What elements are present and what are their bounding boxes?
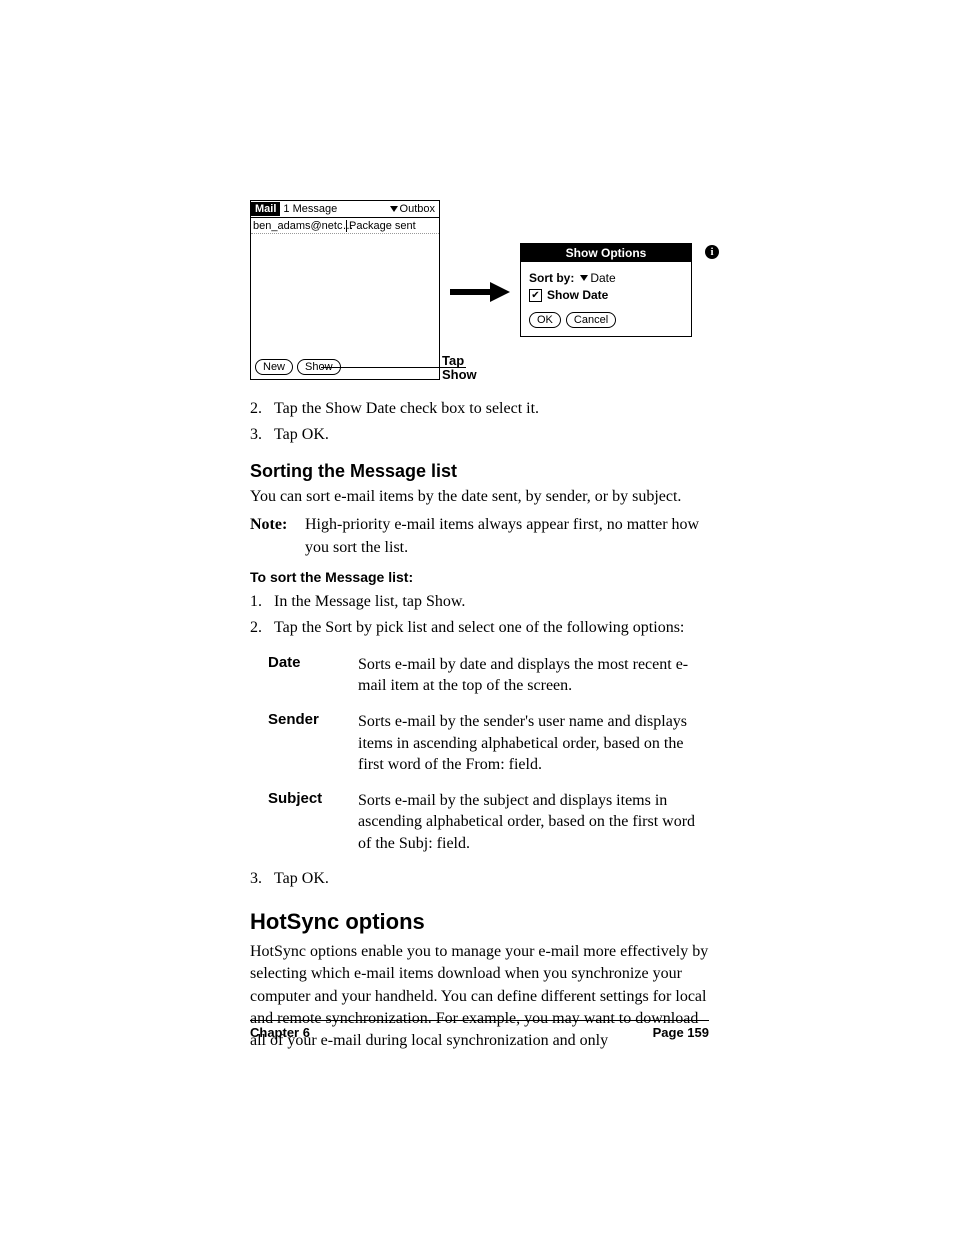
term: Date bbox=[268, 654, 358, 697]
step: 3. Tap OK. bbox=[250, 424, 709, 446]
chevron-down-icon[interactable] bbox=[580, 275, 588, 281]
page-footer: Chapter 6 Page 159 bbox=[250, 1020, 709, 1040]
step: 2. Tap the Show Date check box to select… bbox=[250, 398, 709, 420]
term: Subject bbox=[268, 790, 358, 855]
step-number: 1. bbox=[250, 591, 274, 613]
heading-hotsync: HotSync options bbox=[250, 909, 709, 935]
mail-header: Mail 1 Message Outbox bbox=[251, 201, 439, 218]
note-label: Note: bbox=[250, 514, 305, 559]
chapter-label: Chapter 6 bbox=[250, 1025, 310, 1040]
message-subject: Package sent bbox=[347, 220, 416, 232]
description: Sorts e-mail by the sender's user name a… bbox=[358, 711, 709, 776]
figure: Mail 1 Message Outbox ben_adams@netc… Pa… bbox=[250, 200, 709, 380]
description: Sorts e-mail by the subject and displays… bbox=[358, 790, 709, 855]
arrow-right-icon bbox=[450, 280, 510, 304]
note: Note: High-priority e-mail items always … bbox=[250, 514, 709, 559]
steps-a: 2. Tap the Show Date check box to select… bbox=[250, 398, 709, 447]
sort-by-label: Sort by: bbox=[529, 271, 574, 285]
folder-picklist[interactable]: Outbox bbox=[390, 203, 439, 215]
new-button[interactable]: New bbox=[255, 359, 293, 375]
ok-button[interactable]: OK bbox=[529, 312, 561, 328]
message-count: 1 Message bbox=[280, 203, 389, 215]
table-row: Subject Sorts e-mail by the subject and … bbox=[268, 790, 709, 855]
step-number: 2. bbox=[250, 617, 274, 639]
step: 3. Tap OK. bbox=[250, 868, 709, 890]
step-number: 3. bbox=[250, 868, 274, 890]
chevron-down-icon bbox=[390, 206, 398, 212]
step-number: 3. bbox=[250, 424, 274, 446]
table-row: Date Sorts e-mail by date and displays t… bbox=[268, 654, 709, 697]
table-row: Sender Sorts e-mail by the sender's user… bbox=[268, 711, 709, 776]
steps-b: 1. In the Message list, tap Show. 2. Tap… bbox=[250, 591, 709, 640]
step-text: Tap the Show Date check box to select it… bbox=[274, 398, 539, 420]
sort-by-row: Sort by: Date bbox=[529, 271, 683, 285]
page-number: Page 159 bbox=[653, 1025, 709, 1040]
message-row[interactable]: ben_adams@netc… Package sent bbox=[251, 218, 439, 234]
sort-options-table: Date Sorts e-mail by date and displays t… bbox=[268, 654, 709, 855]
sort-by-value[interactable]: Date bbox=[590, 271, 615, 285]
step-number: 2. bbox=[250, 398, 274, 420]
show-options-dialog: Show Options i Sort by: Date ✔ Show Date… bbox=[520, 243, 692, 337]
folder-name: Outbox bbox=[400, 203, 435, 215]
callout-tap-show: Tap Show bbox=[442, 354, 477, 382]
heading-to-sort: To sort the Message list: bbox=[250, 569, 709, 585]
paragraph: You can sort e-mail items by the date se… bbox=[250, 486, 709, 508]
mail-title: Mail bbox=[251, 202, 280, 216]
step-text: Tap the Sort by pick list and select one… bbox=[274, 617, 684, 639]
note-text: High-priority e-mail items always appear… bbox=[305, 514, 709, 559]
show-date-row[interactable]: ✔ Show Date bbox=[529, 288, 683, 302]
show-date-checkbox[interactable]: ✔ bbox=[529, 289, 542, 302]
show-date-label: Show Date bbox=[547, 288, 608, 302]
dialog-title: Show Options bbox=[521, 244, 691, 262]
step: 2. Tap the Sort by pick list and select … bbox=[250, 617, 709, 639]
info-icon[interactable]: i bbox=[705, 245, 719, 259]
steps-c: 3. Tap OK. bbox=[250, 868, 709, 890]
message-sender: ben_adams@netc… bbox=[251, 220, 347, 232]
mail-screen: Mail 1 Message Outbox ben_adams@netc… Pa… bbox=[250, 200, 440, 380]
term: Sender bbox=[268, 711, 358, 776]
heading-sorting: Sorting the Message list bbox=[250, 461, 709, 482]
step-text: Tap OK. bbox=[274, 424, 329, 446]
step-text: Tap OK. bbox=[274, 868, 329, 890]
step: 1. In the Message list, tap Show. bbox=[250, 591, 709, 613]
cancel-button[interactable]: Cancel bbox=[566, 312, 616, 328]
step-text: In the Message list, tap Show. bbox=[274, 591, 465, 613]
description: Sorts e-mail by date and displays the mo… bbox=[358, 654, 709, 697]
